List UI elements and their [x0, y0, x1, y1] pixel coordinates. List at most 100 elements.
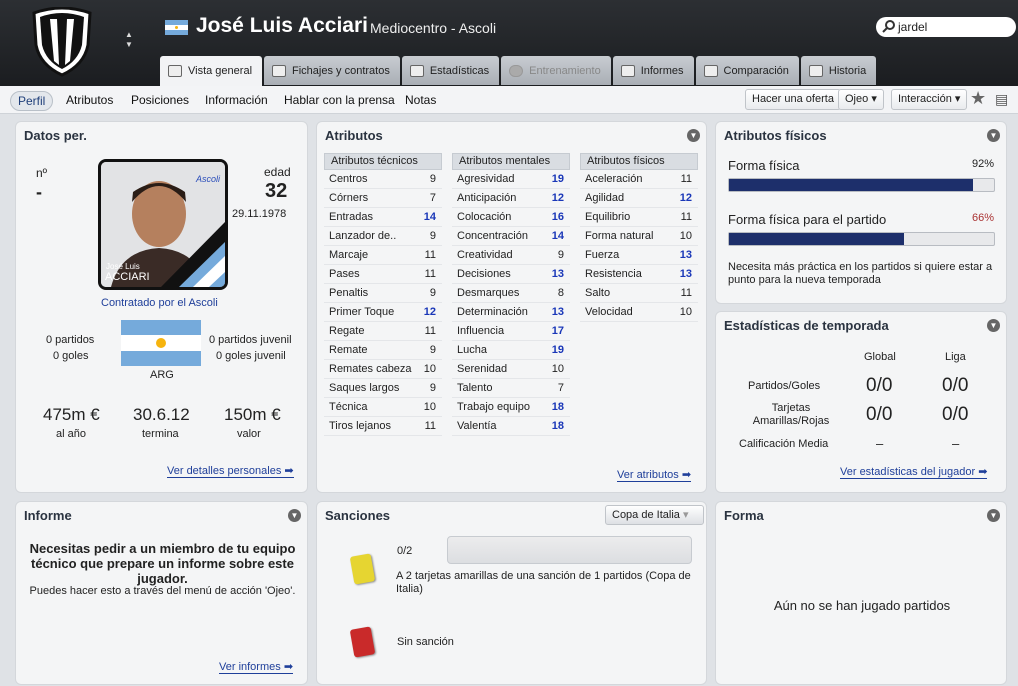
tab-contracts[interactable]: Fichajes y contratos: [264, 56, 400, 85]
attribute-row[interactable]: Trabajo equipo 18: [452, 398, 570, 417]
attribute-row[interactable]: Lanzador de.. 9: [324, 227, 442, 246]
red-card-icon: [349, 626, 376, 658]
attribute-name: Anticipación: [457, 192, 517, 204]
attribute-row[interactable]: Concentración 14: [452, 227, 570, 246]
subnav-notes[interactable]: Notas: [398, 91, 443, 109]
add-note-icon[interactable]: ▤: [995, 91, 1008, 108]
star-icon[interactable]: ★: [970, 88, 986, 109]
attribute-row[interactable]: Desmarques 8: [452, 284, 570, 303]
attribute-row[interactable]: Serenidad 10: [452, 360, 570, 379]
attribute-row[interactable]: Agilidad 12: [580, 189, 698, 208]
attribute-row[interactable]: Regate 11: [324, 322, 442, 341]
tab-history[interactable]: Historia: [800, 56, 877, 85]
attribute-row[interactable]: Colocación 16: [452, 208, 570, 227]
personal-details-link[interactable]: Ver detalles personales ➡: [167, 464, 294, 478]
search-input[interactable]: jardel: [876, 17, 1016, 37]
attribute-row[interactable]: Anticipación 12: [452, 189, 570, 208]
sub-navigation: Perfil Atributos Posiciones Información …: [0, 86, 1018, 114]
attribute-row[interactable]: Salto 11: [580, 284, 698, 303]
attribute-row[interactable]: Creatividad 9: [452, 246, 570, 265]
interaction-dropdown[interactable]: Interacción ▾: [891, 89, 968, 110]
chevron-down-icon[interactable]: ▼: [987, 319, 1000, 332]
attribute-row[interactable]: Resistencia 13: [580, 265, 698, 284]
contracted-by-link[interactable]: Contratado por el Ascoli: [101, 297, 218, 309]
view-attributes-link[interactable]: Ver atributos ➡: [617, 468, 692, 482]
attribute-value: 9: [429, 173, 436, 185]
attribute-name: Pases: [329, 268, 360, 280]
player-position-club[interactable]: Mediocentro - Ascoli: [370, 20, 496, 36]
youth-goals-text: 0 goles juvenil: [216, 350, 286, 362]
attribute-row[interactable]: Remates cabeza 10: [324, 360, 442, 379]
subnav-profile[interactable]: Perfil: [10, 91, 54, 111]
attribute-row[interactable]: Influencia 17: [452, 322, 570, 341]
attribute-row[interactable]: Forma natural 10: [580, 227, 698, 246]
attribute-name: Forma natural: [585, 230, 654, 242]
attribute-row[interactable]: Fuerza 13: [580, 246, 698, 265]
attribute-row[interactable]: Centros 9: [324, 170, 442, 189]
attribute-row[interactable]: Decisiones 13: [452, 265, 570, 284]
attribute-row[interactable]: Remate 9: [324, 341, 442, 360]
nation-code: ARG: [150, 369, 174, 381]
tab-comparison[interactable]: Comparación: [695, 56, 799, 85]
chevron-down-icon[interactable]: ▼: [987, 129, 1000, 142]
personal-details-panel: Datos per. nº - edad 32 29.11.1978 Ascol…: [15, 121, 308, 493]
chevron-down-icon[interactable]: ▼: [288, 509, 301, 522]
subnav-information[interactable]: Información: [198, 91, 275, 109]
attribute-row[interactable]: Lucha 19: [452, 341, 570, 360]
attribute-row[interactable]: Talento 7: [452, 379, 570, 398]
yellow-card-progress: [447, 536, 692, 564]
chevron-down-icon[interactable]: ▼: [687, 129, 700, 142]
view-reports-link[interactable]: Ver informes ➡: [219, 660, 294, 674]
attribute-name: Trabajo equipo: [457, 401, 530, 413]
attribute-name: Creatividad: [457, 249, 513, 261]
wage-value: 475m €: [43, 405, 100, 424]
svg-text:Ascoli: Ascoli: [195, 174, 221, 184]
attribute-row[interactable]: Saques largos 9: [324, 379, 442, 398]
attribute-row[interactable]: Tiros lejanos 11: [324, 417, 442, 436]
attribute-value: 11: [680, 173, 692, 185]
player-nav-arrows[interactable]: ▲ ▼: [125, 30, 133, 50]
attribute-row[interactable]: Valentía 18: [452, 417, 570, 436]
chevron-down-icon[interactable]: ▼: [987, 509, 1000, 522]
search-value: jardel: [898, 20, 928, 34]
attribute-row[interactable]: Entradas 14: [324, 208, 442, 227]
scout-dropdown[interactable]: Ojeo ▾: [838, 89, 884, 110]
profile-card-icon: [168, 65, 182, 77]
attribute-row[interactable]: Equilibrio 11: [580, 208, 698, 227]
panel-title: Sanciones: [325, 508, 391, 523]
attribute-value: 12: [551, 192, 564, 204]
arrow-right-icon: ➡: [681, 469, 692, 481]
attribute-row[interactable]: Penaltis 9: [324, 284, 442, 303]
form-empty-message: Aún no se han jugado partidos: [773, 598, 951, 613]
subnav-attributes[interactable]: Atributos: [59, 91, 120, 109]
attribute-row[interactable]: Marcaje 11: [324, 246, 442, 265]
attribute-value: 13: [679, 268, 692, 280]
expiry-label: termina: [142, 428, 179, 440]
attribute-value: 10: [679, 230, 692, 242]
attribute-name: Técnica: [329, 401, 368, 413]
attribute-row[interactable]: Determinación 13: [452, 303, 570, 322]
chevron-down-icon: ▾: [871, 93, 877, 105]
value-label: valor: [237, 428, 261, 440]
attribute-name: Equilibrio: [585, 211, 631, 223]
attribute-row[interactable]: Técnica 10: [324, 398, 442, 417]
make-offer-button[interactable]: Hacer una oferta: [745, 89, 841, 110]
number-label: nº: [36, 166, 48, 180]
competition-dropdown[interactable]: Copa de Italia ▾: [605, 505, 704, 525]
tab-stats[interactable]: Estadísticas: [401, 56, 500, 85]
attribute-row[interactable]: Pases 11: [324, 265, 442, 284]
attribute-row[interactable]: Agresividad 19: [452, 170, 570, 189]
subnav-press[interactable]: Hablar con la prensa: [277, 91, 402, 109]
attribute-row[interactable]: Córners 7: [324, 189, 442, 208]
tab-reports[interactable]: Informes: [612, 56, 694, 85]
attribute-row[interactable]: Aceleración 11: [580, 170, 698, 189]
attribute-row[interactable]: Primer Toque 12: [324, 303, 442, 322]
tab-bar: Vista general Fichajes y contratos Estad…: [160, 56, 878, 86]
attribute-row[interactable]: Velocidad 10: [580, 303, 698, 322]
attribute-value: 8: [557, 287, 564, 299]
col-global: Global: [864, 351, 896, 363]
attribute-name: Valentía: [457, 420, 497, 432]
subnav-positions[interactable]: Posiciones: [124, 91, 196, 109]
tab-overview[interactable]: Vista general: [160, 56, 263, 86]
player-stats-link[interactable]: Ver estadísticas del jugador ➡: [840, 465, 988, 479]
